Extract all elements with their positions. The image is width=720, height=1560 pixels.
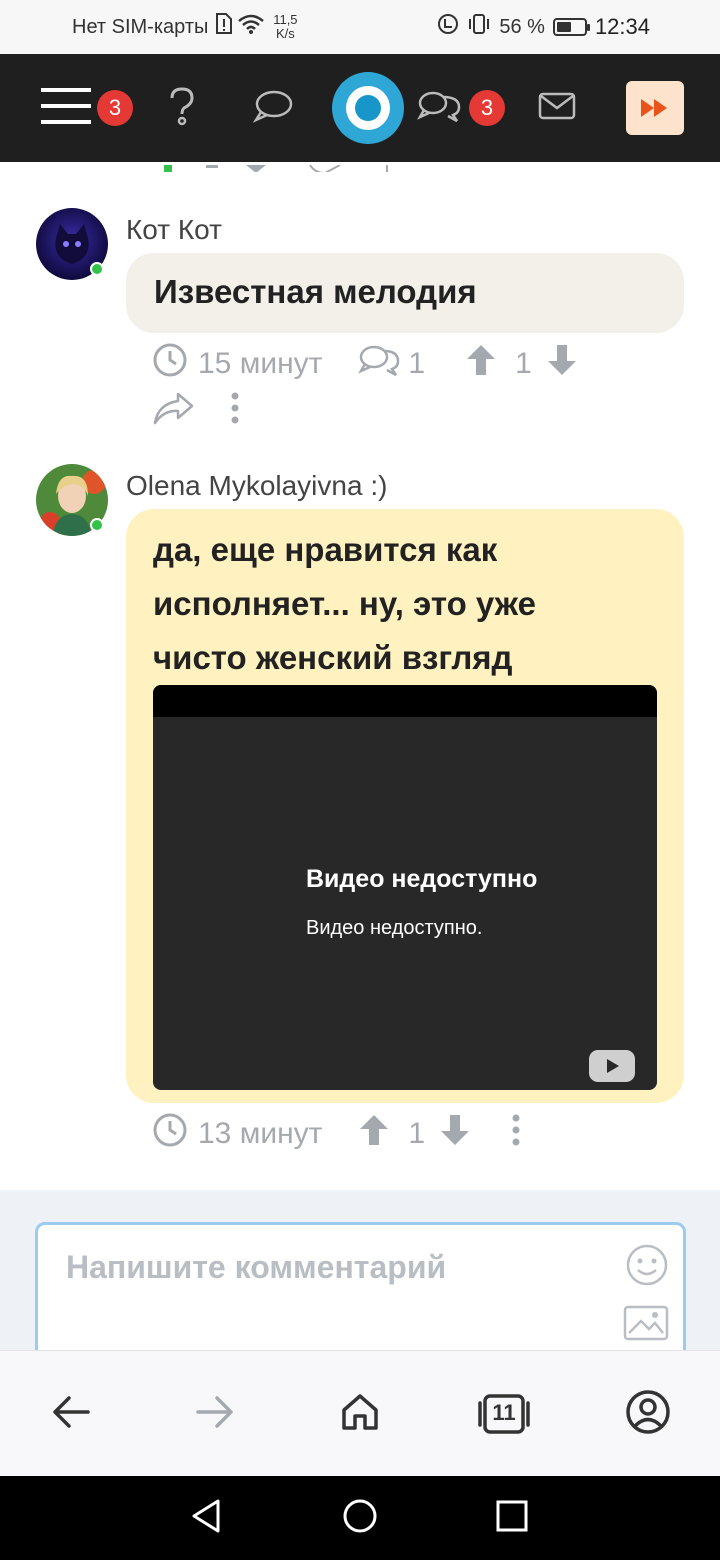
menu-button[interactable]	[36, 54, 96, 162]
battery-icon	[552, 18, 590, 36]
comment-bubble: Известная мелодия	[126, 253, 684, 333]
network-speed: 11,5 K/s	[270, 13, 300, 41]
back-button[interactable]	[21, 1351, 121, 1477]
comment-text-line: чисто женский взгляд	[153, 639, 513, 676]
comment-input-placeholder: Напишите комментарий	[66, 1249, 447, 1285]
back-arrow-icon	[51, 1395, 91, 1434]
online-indicator	[90, 518, 104, 532]
replies-button[interactable]: 1	[358, 343, 425, 385]
help-button[interactable]	[160, 54, 204, 162]
home-logo[interactable]	[332, 54, 404, 162]
comment-text-line: да, еще нравится как	[153, 531, 498, 568]
downvote-icon[interactable]	[546, 343, 578, 385]
carrier-label: Нет SIM-карты	[72, 15, 209, 38]
more-options-icon[interactable]	[511, 1113, 521, 1155]
tabs-button[interactable]: 11	[454, 1351, 554, 1477]
messages-badge: 3	[469, 90, 505, 126]
comment-time: 15 минут	[198, 347, 323, 380]
comment-author[interactable]: Кот Кот	[126, 214, 222, 246]
square-recents-icon	[496, 1500, 528, 1537]
data-saver-icon	[437, 13, 459, 41]
status-bar: Нет SIM-карты 11,5 K/s 56 % 12:34	[0, 0, 720, 54]
sim-alert-icon	[214, 13, 233, 41]
vote-count: 1	[408, 1117, 426, 1150]
speed-value: 11,5	[273, 12, 298, 27]
system-navigation-bar	[0, 1476, 720, 1560]
share-icon[interactable]	[152, 390, 194, 434]
image-upload-icon[interactable]	[623, 1305, 669, 1346]
youtube-icon[interactable]	[589, 1050, 635, 1082]
comment-input[interactable]: Напишите комментарий	[35, 1222, 686, 1362]
comment-time: 13 минут	[198, 1117, 323, 1150]
browser-toolbar: 11	[0, 1350, 720, 1476]
app-header: 3 3	[0, 54, 720, 162]
video-topbar	[153, 685, 657, 717]
system-home-button[interactable]	[310, 1476, 410, 1560]
chat-button[interactable]	[250, 54, 296, 162]
clock: 12:34	[594, 14, 650, 39]
downvote-icon[interactable]	[439, 1113, 471, 1155]
comment-actions	[152, 392, 240, 432]
emoji-icon[interactable]	[625, 1243, 669, 1292]
vote-count: 1	[515, 347, 532, 380]
upvote-icon[interactable]	[358, 1113, 390, 1155]
forward-arrow-icon	[195, 1395, 235, 1434]
vibrate-icon	[467, 13, 491, 41]
menu-icon	[41, 86, 91, 131]
triangle-back-icon	[190, 1498, 222, 1539]
chat-icon	[252, 89, 293, 128]
replies-count: 1	[408, 347, 426, 380]
system-back-button[interactable]	[156, 1476, 256, 1560]
messages-icon	[417, 89, 463, 128]
comment-author[interactable]: Olena Mykolayivna :)	[126, 470, 387, 502]
mail-button[interactable]	[536, 54, 578, 162]
forward-button[interactable]	[165, 1351, 265, 1477]
logo-icon	[332, 72, 404, 144]
profile-button[interactable]	[598, 1351, 698, 1477]
comment-text-line: исполняет... ну, это уже	[153, 585, 536, 622]
previous-comment-actions	[160, 162, 460, 172]
clock-icon	[152, 342, 188, 386]
video-unavailable-message: Видео недоступно.	[306, 917, 483, 939]
mail-icon	[538, 92, 576, 125]
fast-forward-button[interactable]	[626, 54, 684, 162]
circle-home-icon	[342, 1498, 378, 1539]
battery-percent: 56 %	[499, 15, 545, 38]
fast-forward-icon	[626, 81, 684, 135]
clock-icon	[152, 1112, 188, 1156]
wifi-icon	[238, 14, 265, 40]
home-button[interactable]	[310, 1351, 410, 1477]
online-indicator	[90, 262, 104, 276]
upvote-icon[interactable]	[465, 343, 497, 385]
comment-text: Известная мелодия	[154, 273, 477, 310]
help-icon	[167, 86, 197, 131]
messages-button[interactable]	[416, 54, 464, 162]
video-unavailable-title: Видео недоступно	[306, 865, 538, 893]
profile-icon	[625, 1389, 671, 1440]
system-recents-button[interactable]	[462, 1476, 562, 1560]
menu-badge: 3	[97, 90, 133, 126]
comment-meta: 15 минут 1 1	[152, 342, 578, 386]
comment-meta: 13 минут 1	[152, 1112, 521, 1156]
home-icon	[340, 1392, 380, 1437]
tabs-count: 11	[492, 1400, 516, 1425]
replies-icon	[358, 343, 402, 385]
tabs-icon: 11	[477, 1393, 531, 1435]
more-options-icon[interactable]	[230, 391, 240, 433]
video-embed[interactable]: Видео недоступно Видео недоступно.	[153, 685, 657, 1090]
speed-unit: K/s	[275, 26, 295, 41]
